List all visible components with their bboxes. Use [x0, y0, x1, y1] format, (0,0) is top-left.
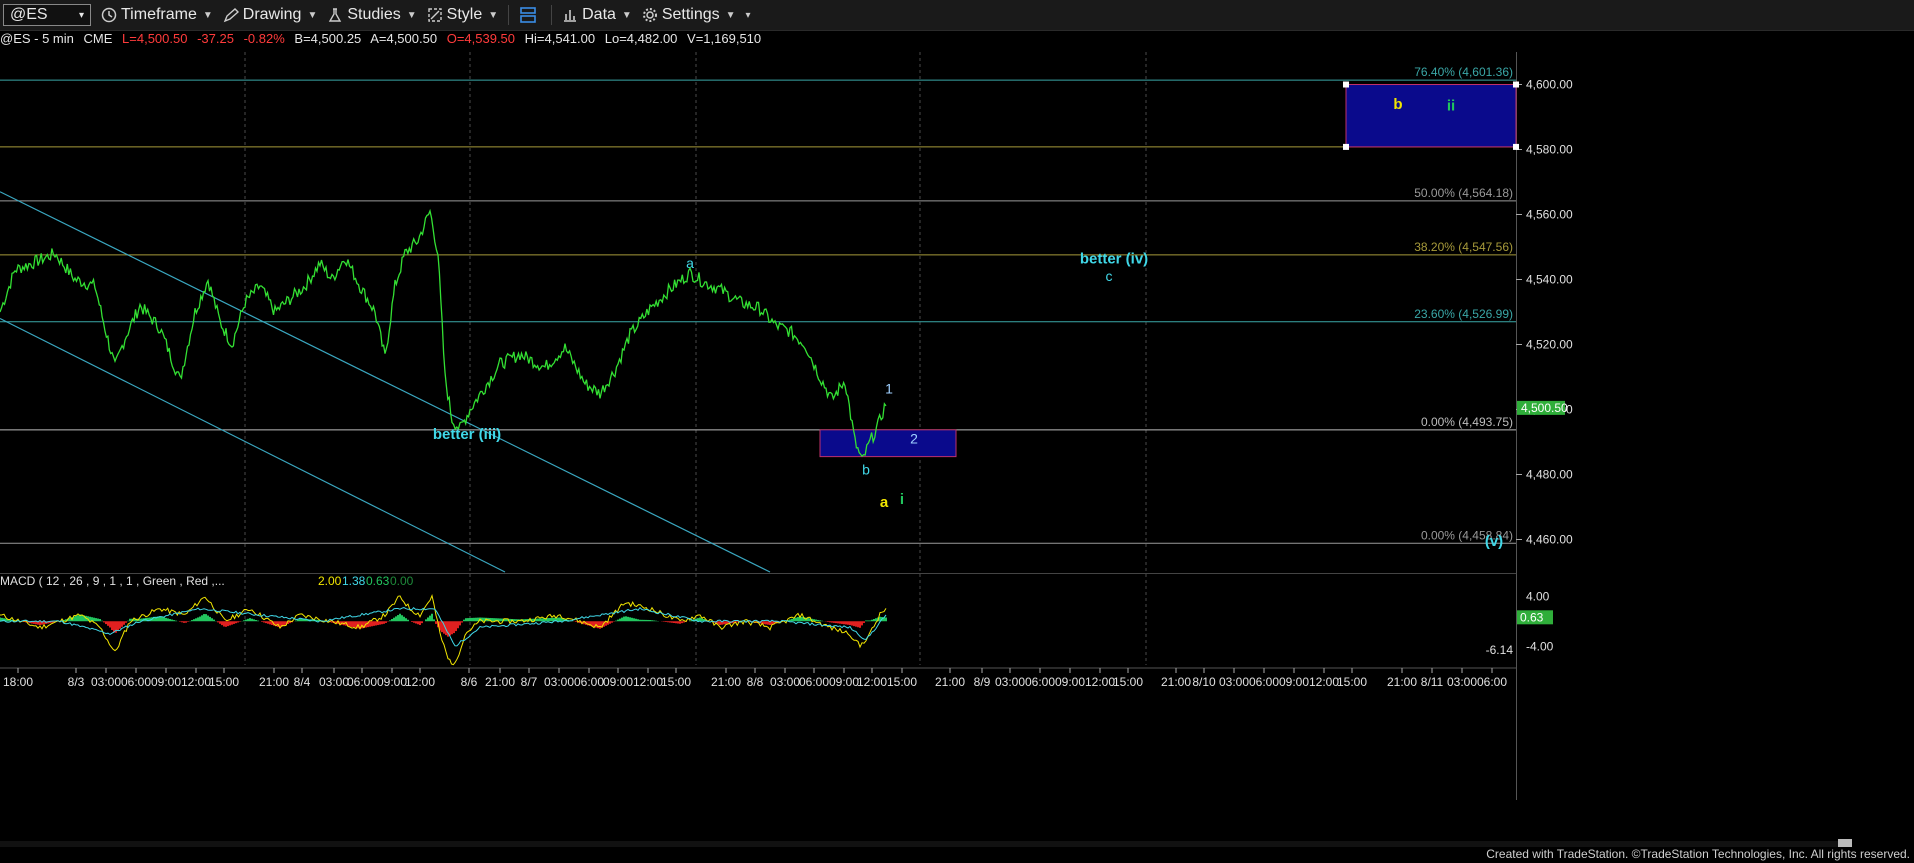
x-tick-label: 15:00 — [887, 675, 917, 689]
wave-annotation[interactable]: better (iv) — [1080, 250, 1148, 267]
y-tick-label: 4,520.00 — [1526, 338, 1573, 352]
x-tick-label: 09:00 — [603, 675, 633, 689]
x-tick-label: 09:00 — [1279, 675, 1309, 689]
y-tick-label: 4,580.00 — [1526, 143, 1573, 157]
x-tick-label: 09:00 — [829, 675, 859, 689]
x-tick-label: 8/11 — [1421, 675, 1444, 689]
target-zone-box[interactable] — [819, 429, 957, 458]
wave-annotation[interactable]: i — [900, 491, 904, 508]
current-price-label: 4,500.50 — [1521, 401, 1568, 415]
x-tick-label: 8/4 — [294, 675, 311, 689]
x-tick-label: 06:00 — [1249, 675, 1279, 689]
x-tick-label: 12:00 — [405, 675, 435, 689]
x-tick-label: 06:00 — [121, 675, 151, 689]
box-handle[interactable] — [1513, 143, 1519, 150]
macd-label: MACD ( 12 , 26 , 9 , 1 , 1 , Green , Red… — [0, 574, 225, 588]
wave-annotation[interactable]: a — [880, 494, 889, 511]
x-tick-label: 21:00 — [259, 675, 289, 689]
x-tick-label: 09:00 — [1055, 675, 1085, 689]
x-tick-label: 06:00 — [574, 675, 604, 689]
fib-level-label: 38.20% (4,547.56) — [1414, 240, 1513, 254]
x-tick-label: 03:00 — [1447, 675, 1477, 689]
x-tick-label: 12:00 — [1309, 675, 1339, 689]
macd-value: 0.00 — [390, 574, 414, 588]
x-tick-label: 12:00 — [857, 675, 887, 689]
y-tick-label: 4,480.00 — [1526, 468, 1573, 482]
fib-level-label: 76.40% (4,601.36) — [1414, 65, 1513, 79]
x-tick-label: 06:00 — [799, 675, 829, 689]
x-tick-label: 03:00 — [91, 675, 121, 689]
x-tick-label: 8/7 — [521, 675, 538, 689]
macd-current-label: 0.63 — [1520, 610, 1544, 624]
price-panel-bg — [0, 52, 1914, 572]
wave-annotation[interactable]: a — [686, 255, 694, 271]
macd-y-tick: 4.00 — [1526, 589, 1550, 603]
x-tick-label: 21:00 — [485, 675, 515, 689]
price-chart[interactable]: 4,600.00 4,580.00 4,560.00 4,540.00 4,520.00… — [0, 0, 1914, 863]
x-tick-label: 18:00 — [3, 675, 33, 689]
y-tick-label: 4,560.00 — [1526, 208, 1573, 222]
footer-credit: Created with TradeStation. ©TradeStation… — [1486, 847, 1910, 861]
price-axis-border — [1516, 52, 1517, 800]
x-tick-label: 09:00 — [377, 675, 407, 689]
wave-annotation[interactable]: b — [862, 462, 870, 478]
macd-value: 0.63 — [366, 574, 390, 588]
macd-value: 1.38 — [342, 574, 366, 588]
x-tick-label: 09:00 — [151, 675, 181, 689]
fib-level-label: 0.00% (4,493.75) — [1421, 415, 1513, 429]
target-zone-box[interactable] — [1345, 84, 1517, 148]
box-handle[interactable] — [1513, 81, 1519, 88]
wave-annotation[interactable]: ii — [1447, 98, 1455, 115]
y-tick-label: 4,460.00 — [1526, 533, 1573, 547]
wave-annotation[interactable]: (v) — [1485, 533, 1503, 550]
x-tick-label: 21:00 — [711, 675, 741, 689]
x-tick-label: 12:00 — [633, 675, 663, 689]
wave-annotation[interactable]: c — [1106, 268, 1113, 284]
x-tick-label: 12:00 — [181, 675, 211, 689]
x-tick-label: 06:00 — [1477, 675, 1507, 689]
x-tick-label: 03:00 — [544, 675, 574, 689]
x-tick-label: 06:00 — [1025, 675, 1055, 689]
y-tick-label: 4,600.00 — [1526, 78, 1573, 92]
x-tick-label: 03:00 — [770, 675, 800, 689]
x-tick-label: 21:00 — [1161, 675, 1191, 689]
x-tick-label: 21:00 — [935, 675, 965, 689]
y-tick-label: 4,540.00 — [1526, 273, 1573, 287]
x-tick-label: 8/6 — [461, 675, 478, 689]
x-tick-label: 15:00 — [209, 675, 239, 689]
fib-level-label: 23.60% (4,526.99) — [1414, 307, 1513, 321]
scrollbar-thumb[interactable] — [1838, 839, 1852, 847]
box-handle[interactable] — [1343, 81, 1349, 88]
x-tick-label: 15:00 — [661, 675, 691, 689]
x-tick-label: 8/10 — [1192, 675, 1216, 689]
x-tick-label: 15:00 — [1337, 675, 1367, 689]
x-tick-label: 06:00 — [347, 675, 377, 689]
x-tick-label: 8/9 — [974, 675, 991, 689]
wave-annotation[interactable]: 2 — [910, 431, 918, 447]
macd-value: 2.00 — [318, 574, 342, 588]
fib-level-label: 50.00% (4,564.18) — [1414, 186, 1513, 200]
x-tick-label: 12:00 — [1085, 675, 1115, 689]
x-tick-label: 21:00 — [1387, 675, 1417, 689]
wave-annotation[interactable]: better (iii) — [433, 426, 501, 443]
wave-annotation[interactable]: 1 — [885, 380, 893, 396]
x-tick-label: 8/3 — [68, 675, 85, 689]
macd-min-label: -6.14 — [1486, 643, 1514, 657]
x-tick-label: 03:00 — [995, 675, 1025, 689]
panel-divider — [0, 573, 1516, 574]
x-tick-label: 03:00 — [319, 675, 349, 689]
x-tick-label: 03:00 — [1219, 675, 1249, 689]
x-tick-label: 15:00 — [1113, 675, 1143, 689]
macd-y-tick: -4.00 — [1526, 639, 1554, 653]
x-tick-label: 8/8 — [747, 675, 764, 689]
wave-annotation[interactable]: b — [1393, 96, 1402, 113]
box-handle[interactable] — [1343, 143, 1349, 150]
